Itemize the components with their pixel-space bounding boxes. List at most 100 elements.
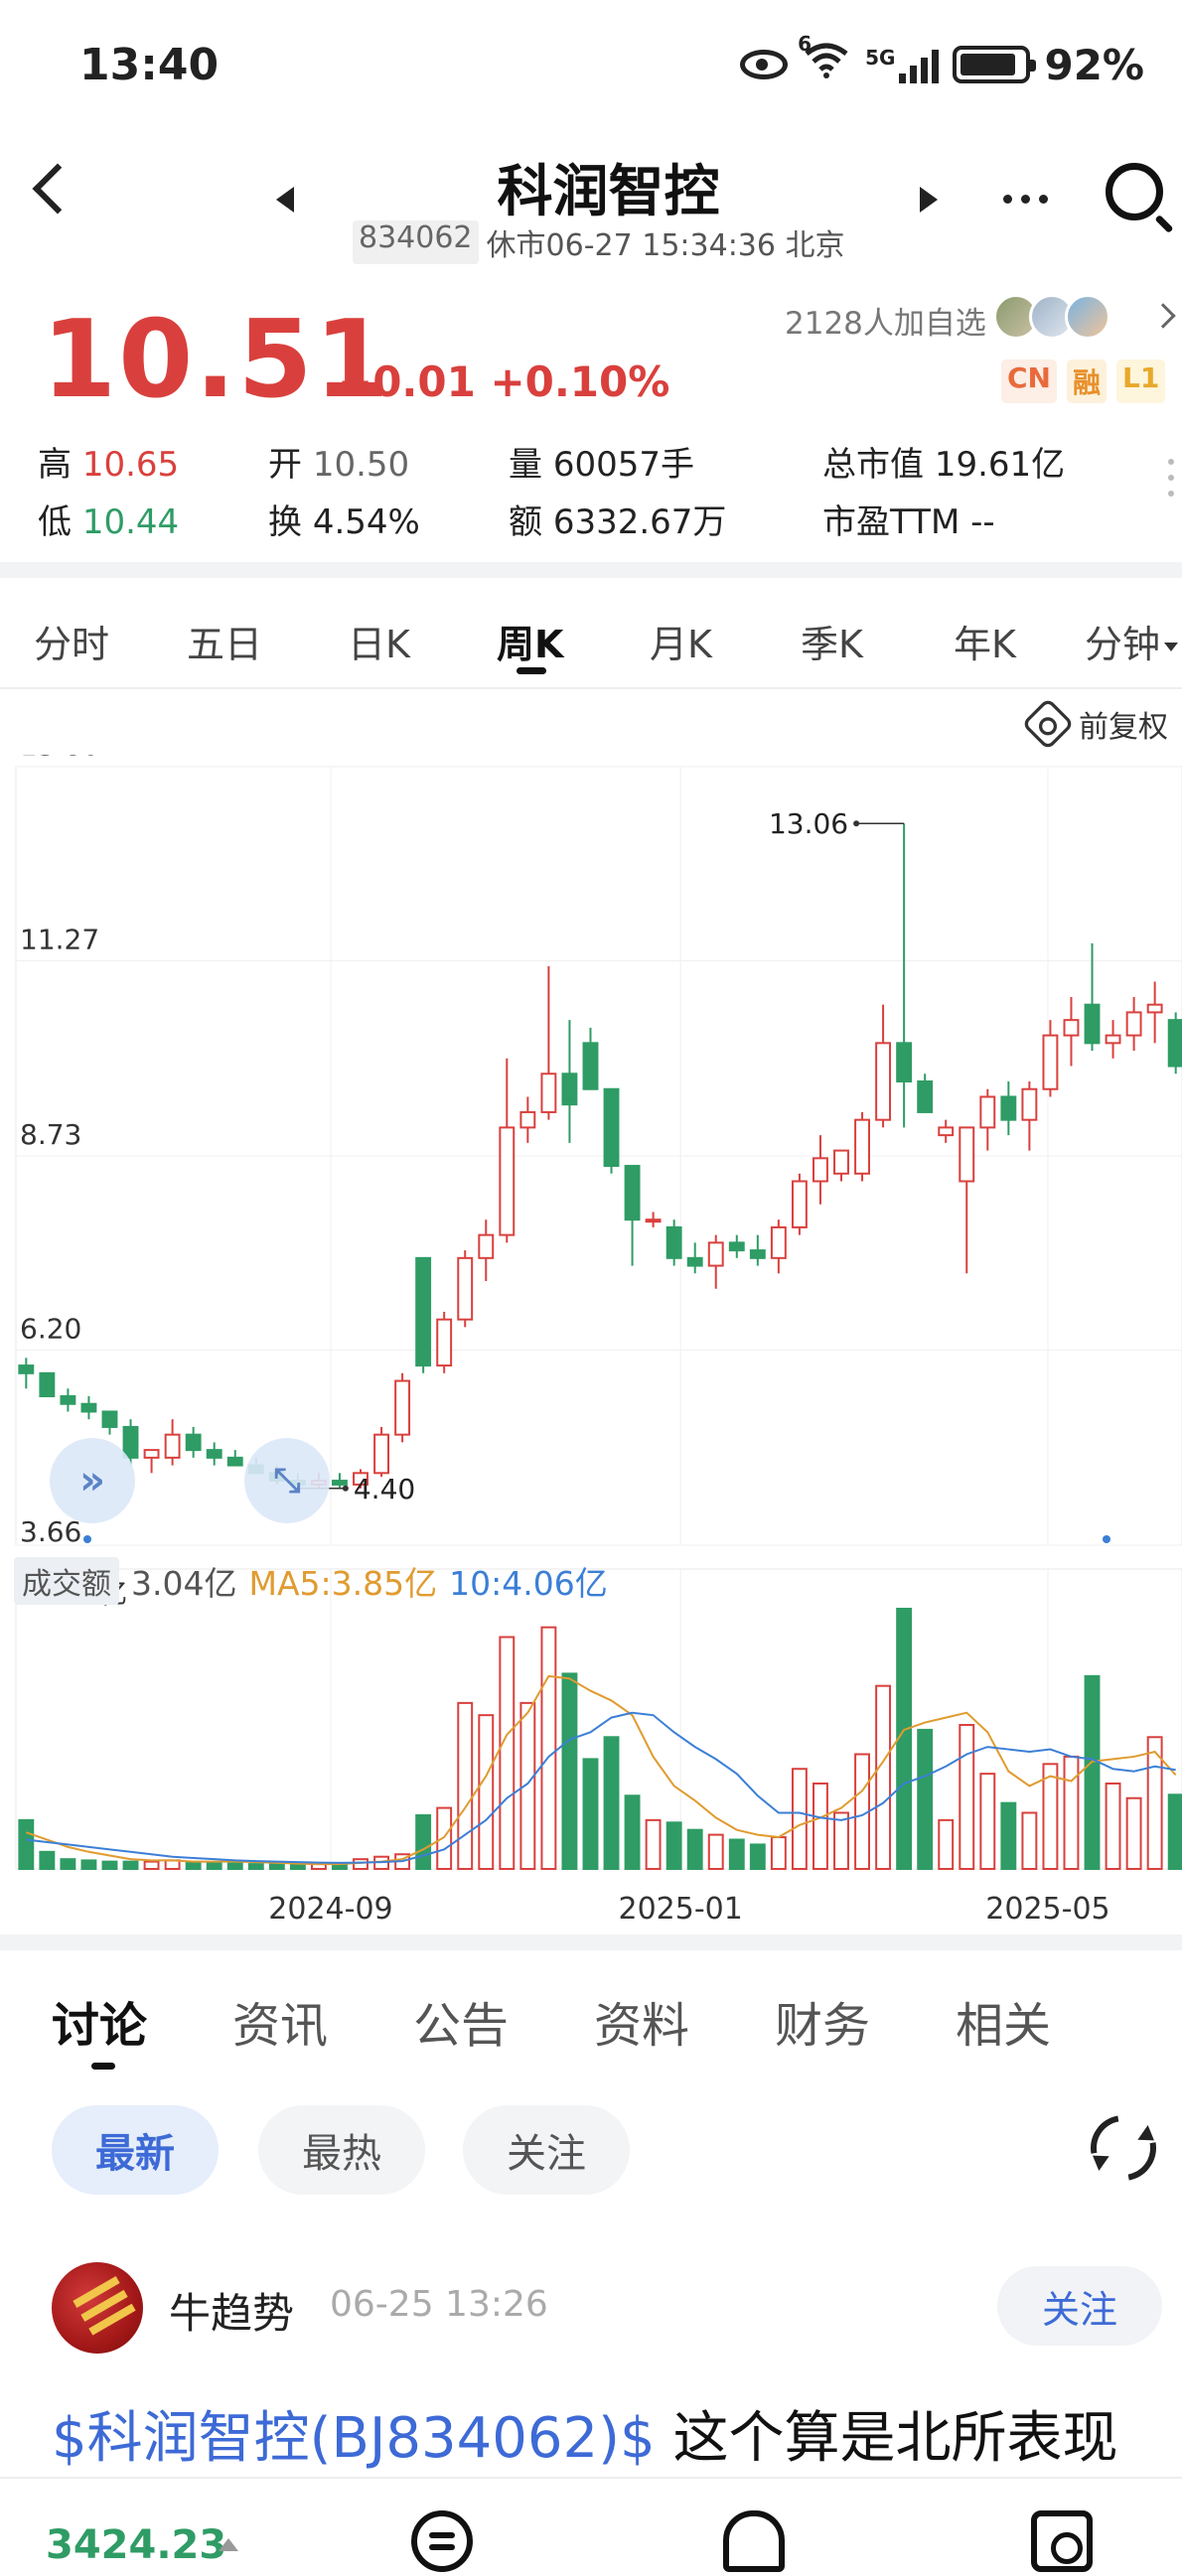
- candle-body: [1105, 1034, 1121, 1045]
- volume-bar: [1084, 1674, 1101, 1870]
- candle: [373, 1426, 389, 1478]
- post-time: 06-25 13:26: [330, 2284, 548, 2325]
- candle-body: [1125, 1011, 1142, 1037]
- high-marker-dot: [853, 820, 860, 827]
- volume-ma5: MA5:3.85亿: [248, 1564, 438, 1603]
- candle: [603, 1087, 620, 1174]
- candle: [728, 1234, 745, 1258]
- tab-yearly-k[interactable]: 年K: [954, 614, 1016, 668]
- candle: [1063, 996, 1080, 1067]
- index-value[interactable]: 3424.23: [46, 2522, 226, 2568]
- candle-body: [478, 1233, 495, 1259]
- tab-quarterly-k[interactable]: 季K: [801, 614, 863, 668]
- bell-icon[interactable]: [723, 2510, 785, 2572]
- post-username[interactable]: 牛趋势: [169, 2280, 294, 2341]
- divider: [0, 1934, 1182, 1950]
- candle-body: [394, 1379, 411, 1436]
- tag-cn: CN: [1001, 359, 1057, 403]
- high-marker-label: 13.06: [769, 807, 848, 840]
- volume-bar: [1167, 1793, 1182, 1871]
- tab-profile[interactable]: 资料: [594, 1986, 689, 2056]
- candle: [540, 966, 557, 1120]
- y-tick-label: 8.73: [20, 1118, 81, 1151]
- candle-body: [1063, 1019, 1080, 1037]
- chevron-down-icon: [1164, 643, 1179, 651]
- volume-bar: [1063, 1755, 1080, 1870]
- tab-minute[interactable]: 分钟: [1085, 614, 1179, 668]
- candle-body: [436, 1318, 453, 1367]
- tab-related[interactable]: 相关: [956, 1986, 1051, 2056]
- candle-body: [833, 1149, 849, 1175]
- filter-latest[interactable]: 最新: [52, 2105, 219, 2195]
- post-text: 这个算是北所表现: [655, 2406, 1118, 2471]
- candle: [1021, 1081, 1038, 1151]
- kline-chart[interactable]: 13.80 11.27 8.73 6.20 3.66 2024-09 2025-01 2025…: [0, 755, 1182, 1927]
- stat-turnover: 换 4.54%: [268, 502, 420, 542]
- refresh-icon[interactable]: [1078, 2102, 1169, 2194]
- tab-financials[interactable]: 财务: [775, 1986, 870, 2056]
- volume-bar: [540, 1626, 557, 1871]
- next-stock-icon[interactable]: [920, 187, 938, 213]
- volume-bar: [813, 1782, 828, 1871]
- avatar[interactable]: [52, 2262, 143, 2354]
- low-marker-dot: [342, 1485, 349, 1492]
- tab-daily-k[interactable]: 日K: [348, 614, 410, 668]
- fullscreen-button[interactable]: ⤡: [244, 1438, 330, 1523]
- tab-news[interactable]: 资讯: [232, 1986, 328, 2056]
- volume-bar: [143, 1860, 160, 1870]
- comment-icon[interactable]: [411, 2510, 473, 2572]
- candle: [1042, 1020, 1059, 1097]
- stock-name: 科润智控: [497, 160, 720, 224]
- volume-bar: [979, 1773, 996, 1871]
- volume-bar: [561, 1672, 578, 1871]
- candle: [415, 1256, 432, 1373]
- volume-bar: [1105, 1782, 1121, 1871]
- candle-body: [1021, 1087, 1038, 1121]
- volume-bar: [791, 1768, 808, 1871]
- tab-announcements[interactable]: 公告: [413, 1986, 509, 2056]
- period-tabs: 分时 五日 日K 周K 月K 季K 年K 分钟: [0, 594, 1182, 689]
- followers-count[interactable]: 2128人加自选: [785, 298, 986, 343]
- tab-five-day[interactable]: 五日: [187, 614, 262, 668]
- candle: [875, 1004, 892, 1128]
- scroll-dots: [1168, 459, 1174, 497]
- tab-discussion[interactable]: 讨论: [52, 1986, 147, 2056]
- candle-body: [80, 1402, 97, 1413]
- candle: [206, 1442, 222, 1466]
- candle-body: [39, 1371, 56, 1398]
- candle: [791, 1173, 808, 1235]
- volume-bar: [268, 1863, 285, 1871]
- adjust-toggle[interactable]: 前复权: [1021, 697, 1168, 751]
- tab-weekly-k[interactable]: 周K: [497, 614, 563, 668]
- index-arrow-icon: [219, 2538, 238, 2551]
- volume-bar: [289, 1863, 306, 1871]
- avatar: [1065, 294, 1110, 340]
- volume-label[interactable]: 成交额: [14, 1557, 119, 1605]
- chevron-right-icon[interactable]: [1150, 303, 1176, 329]
- stat-pe: 市盈TTM --: [822, 502, 995, 542]
- stock-tag-link[interactable]: $科润智控(BJ834062)$: [52, 2406, 656, 2471]
- candle: [582, 1027, 599, 1090]
- search-icon[interactable]: [1106, 163, 1163, 220]
- share-icon[interactable]: [1031, 2510, 1093, 2572]
- candle-body: [1042, 1034, 1059, 1090]
- volume-ma10: 10:4.06亿: [449, 1564, 608, 1603]
- filter-hottest[interactable]: 最热: [258, 2105, 425, 2195]
- status-icons: 6 5G 92%: [740, 32, 1144, 89]
- candle: [60, 1388, 76, 1412]
- volume-bar: [39, 1850, 56, 1871]
- more-icon[interactable]: [1003, 195, 1048, 204]
- candle: [499, 1058, 516, 1243]
- expand-left-button[interactable]: »: [50, 1438, 135, 1523]
- tab-monthly-k[interactable]: 月K: [650, 614, 712, 668]
- filter-following[interactable]: 关注: [463, 2105, 630, 2195]
- candle-body: [665, 1225, 682, 1259]
- follow-button[interactable]: 关注: [997, 2266, 1162, 2346]
- candle: [143, 1449, 160, 1474]
- follower-avatars[interactable]: [993, 294, 1110, 340]
- candle: [101, 1410, 118, 1435]
- candle-body: [624, 1165, 641, 1221]
- candle: [686, 1242, 703, 1274]
- post-content[interactable]: $科润智控(BJ834062)$ 这个算是北所表现: [52, 2393, 1117, 2474]
- tab-intraday[interactable]: 分时: [34, 614, 109, 668]
